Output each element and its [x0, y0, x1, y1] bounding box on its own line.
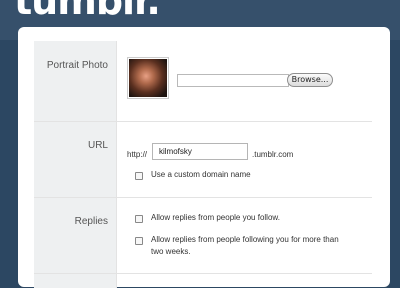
- replies-follow-checkbox[interactable]: [135, 215, 143, 223]
- portrait-photo-label: Portrait Photo: [34, 41, 117, 121]
- custom-domain-checkbox[interactable]: [135, 172, 143, 180]
- replies-label: Replies: [34, 198, 117, 273]
- url-prefix: http://: [127, 150, 148, 159]
- replies-followers-checkbox[interactable]: [135, 237, 143, 245]
- next-row: [34, 273, 372, 288]
- replies-followers-label-line2: two weeks.: [151, 247, 191, 256]
- replies-follow-label: Allow replies from people you follow.: [151, 213, 280, 222]
- url-label: URL: [34, 122, 117, 197]
- replies-followers-label-line1: Allow replies from people following you …: [151, 235, 339, 244]
- portrait-file-input[interactable]: [177, 74, 289, 87]
- avatar-image: [129, 59, 167, 97]
- avatar: [127, 57, 169, 99]
- url-input[interactable]: kilmofsky: [152, 143, 248, 160]
- tumblr-logo[interactable]: tumblr.: [14, 0, 161, 20]
- custom-domain-label: Use a custom domain name: [151, 170, 251, 179]
- url-row: URL http:// kilmofsky .tumblr.com Use a …: [34, 121, 372, 197]
- portrait-photo-row: Portrait Photo Browse...: [34, 41, 372, 121]
- url-suffix: .tumblr.com: [252, 150, 294, 159]
- settings-panel: Portrait Photo Browse... URL http:// kil…: [18, 27, 390, 288]
- settings-form: Portrait Photo Browse... URL http:// kil…: [34, 41, 372, 288]
- replies-row: Replies Allow replies from people you fo…: [34, 197, 372, 273]
- browse-button[interactable]: Browse...: [287, 73, 333, 87]
